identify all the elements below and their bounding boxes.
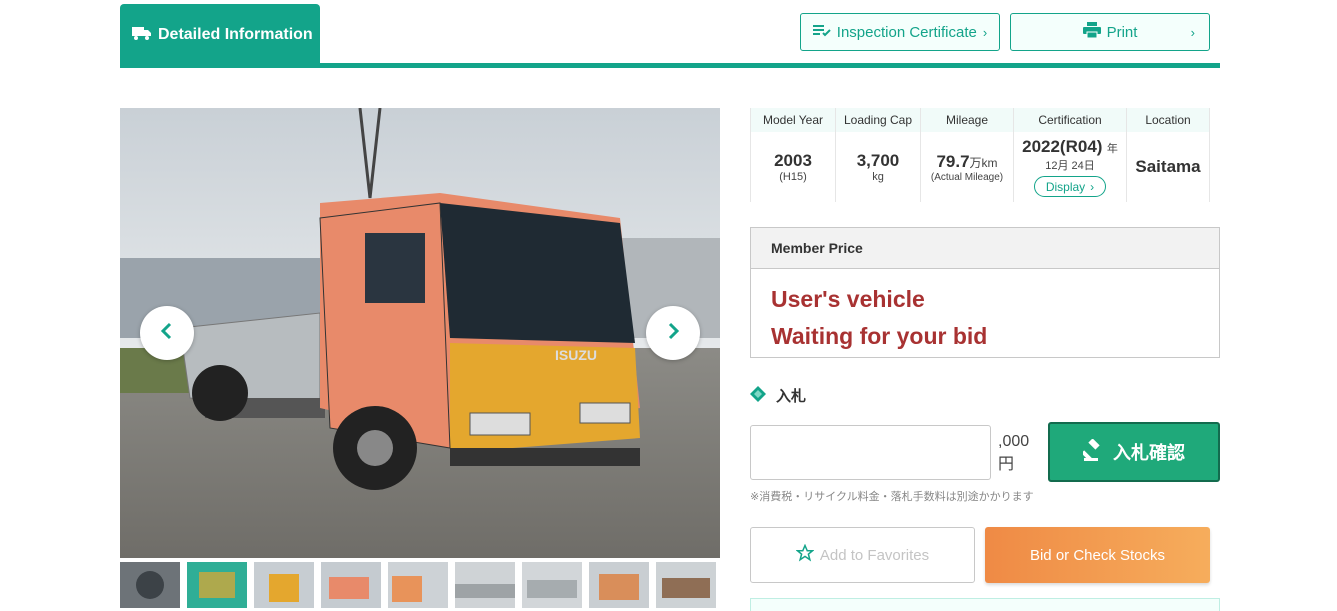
spec-unit: 万km <box>969 155 998 170</box>
price-line-1: User's vehicle <box>771 286 925 312</box>
spec-model-year: Model Year 2003 (H15) <box>750 108 835 202</box>
tab-underline <box>120 63 1220 68</box>
spec-table: Model Year 2003 (H15) Loading Cap 3,700 … <box>750 108 1210 202</box>
price-line-2: Waiting for your bid <box>771 323 988 349</box>
display-certification-button[interactable]: Display › <box>1034 176 1106 197</box>
svg-text:ISUZU: ISUZU <box>555 347 597 363</box>
next-photo-button[interactable] <box>646 306 700 360</box>
spec-certification: Certification 2022(R04) 年 12月 24日 Displa… <box>1013 108 1126 202</box>
spec-value: 2022(R04) <box>1022 137 1103 156</box>
thumbnail-1[interactable] <box>120 562 180 608</box>
spec-value: Saitama <box>1135 157 1201 176</box>
bid-confirm-button[interactable]: 入札確認 <box>1048 422 1220 482</box>
checklist-icon <box>812 23 831 41</box>
add-to-favorites-button[interactable]: Add to Favorites <box>750 527 975 583</box>
vehicle-photo: ISUZU <box>120 108 720 558</box>
spec-sub: (H15) <box>779 171 807 183</box>
chevron-right-icon <box>666 322 680 345</box>
bid-amount-input[interactable] <box>750 425 991 480</box>
thumbnail-3[interactable] <box>254 562 314 608</box>
stocks-label: Bid or Check Stocks <box>1029 546 1166 564</box>
favorites-label: Add to Favorites <box>819 546 930 564</box>
bid-label-text: 入札 <box>776 388 807 405</box>
bid-section-label: 入札 <box>750 385 806 406</box>
thumbnail-9[interactable] <box>656 562 716 608</box>
fee-notice: ※消費税・リサイクル料金・落札手数料は別途かかります <box>750 491 1034 503</box>
spec-location: Location Saitama <box>1126 108 1210 202</box>
display-label: Display <box>1045 179 1086 194</box>
spec-header: Loading Cap <box>836 108 920 132</box>
spec-year-suffix: 年 <box>1106 143 1118 155</box>
thumbnail-8[interactable] <box>589 562 649 608</box>
truck-icon <box>132 25 152 46</box>
chevron-left-icon <box>160 322 174 345</box>
spec-value: 79.7 <box>936 151 970 171</box>
chevron-right-icon: › <box>1090 179 1095 194</box>
spec-header: Mileage <box>921 108 1013 132</box>
bid-or-check-stocks-button[interactable]: Bid or Check Stocks <box>985 527 1210 583</box>
spec-value: 2003 <box>774 151 812 170</box>
info-panel-edge <box>750 598 1220 611</box>
spec-sub: kg <box>872 171 884 183</box>
tab-detailed-information[interactable]: Detailed Information <box>120 4 320 66</box>
printer-icon <box>1082 22 1101 42</box>
print-button[interactable]: Print › <box>1010 13 1210 51</box>
bid-unit-thousands: ,000 <box>998 433 1030 450</box>
spec-header: Model Year <box>751 108 835 132</box>
member-price-title: Member Price <box>751 228 1219 269</box>
thumbnail-strip <box>120 562 720 608</box>
thumbnail-2[interactable] <box>187 562 247 608</box>
tab-label: Detailed Information <box>158 26 313 43</box>
thumbnail-7[interactable] <box>522 562 582 608</box>
spec-value: 3,700 <box>856 151 900 170</box>
chevron-right-icon: › <box>1190 24 1195 40</box>
previous-photo-button[interactable] <box>140 306 194 360</box>
thumbnail-4[interactable] <box>321 562 381 608</box>
bid-unit: ,000 円 <box>998 430 1029 476</box>
member-price-box: Member Price User's vehicle Waiting for … <box>750 227 1220 358</box>
print-label: Print <box>1106 23 1138 41</box>
spec-header: Certification <box>1014 108 1126 132</box>
inspection-certificate-button[interactable]: Inspection Certificate › <box>800 13 1000 51</box>
diamond-icon <box>750 385 766 406</box>
thumbnail-6[interactable] <box>455 562 515 608</box>
star-icon <box>795 543 815 566</box>
chevron-right-icon: › <box>982 24 988 40</box>
spec-mileage: Mileage 79.7万km (Actual Mileage) <box>920 108 1013 202</box>
spec-sub: (Actual Mileage) <box>930 171 1004 183</box>
bid-confirm-label: 入札確認 <box>1113 443 1185 463</box>
inspection-certificate-label: Inspection Certificate <box>836 23 977 41</box>
thumbnail-5[interactable] <box>388 562 448 608</box>
spec-date: 12月 24日 <box>1045 160 1095 172</box>
bid-unit-yen: 円 <box>998 456 1015 473</box>
spec-loading-cap: Loading Cap 3,700 kg <box>835 108 920 202</box>
spec-header: Location <box>1127 108 1209 132</box>
gavel-icon <box>1081 437 1105 466</box>
